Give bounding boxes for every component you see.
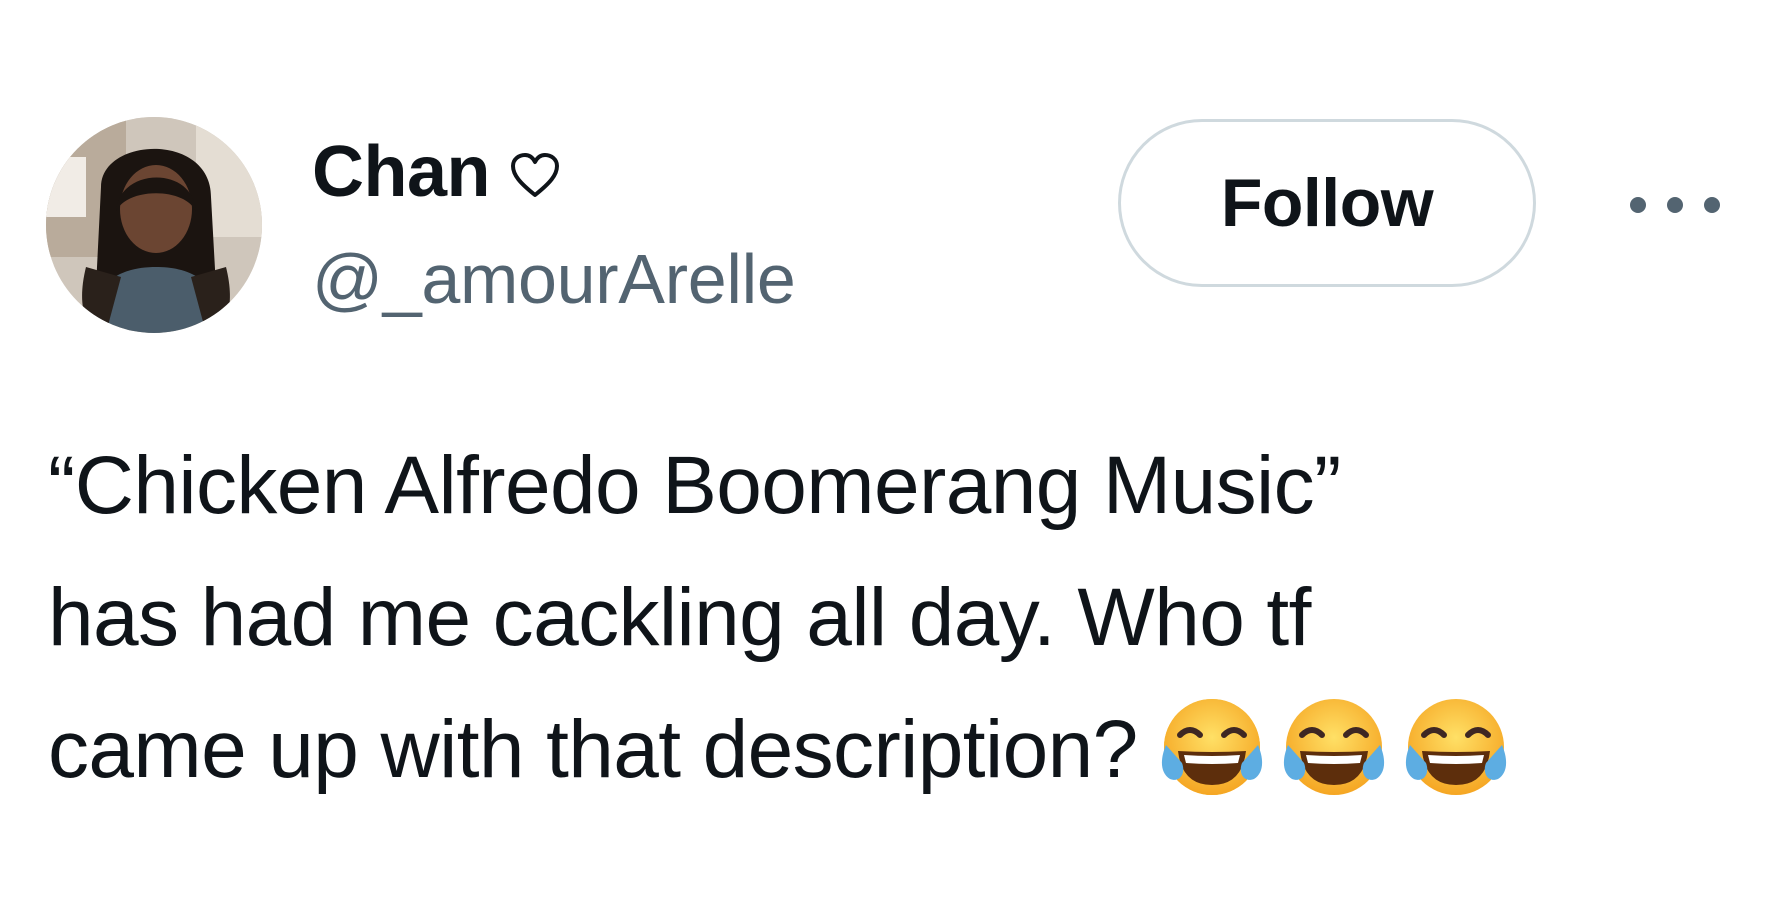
tweet-text-line: came up with that description? <box>48 704 1138 795</box>
face-with-tears-of-joy-icon <box>1156 693 1268 805</box>
tweet-text-line: “Chicken Alfredo Boomerang Music” <box>48 440 1341 531</box>
tweet-card: Chan @_amourArelle Follow “Chicken Alfre… <box>0 0 1776 898</box>
heart-outline-icon <box>510 153 560 199</box>
author-handle[interactable]: @_amourArelle <box>312 236 796 322</box>
tweet-text-line-last: came up with that description? <box>48 684 1728 816</box>
tweet-text: “Chicken Alfredo Boomerang Music” has ha… <box>48 420 1728 816</box>
follow-button[interactable]: Follow <box>1118 119 1536 287</box>
more-dot <box>1667 197 1683 213</box>
author-display-name[interactable]: Chan <box>312 128 491 216</box>
more-options-button[interactable] <box>1630 180 1720 230</box>
avatar[interactable] <box>46 117 262 333</box>
more-dot <box>1704 197 1720 213</box>
face-with-tears-of-joy-icon <box>1400 693 1512 805</box>
tweet-text-line: has had me cackling all day. Who tf <box>48 572 1311 663</box>
author-name-row: Chan <box>312 128 560 216</box>
more-horizontal-icon <box>1630 197 1646 213</box>
emoji-group <box>1156 693 1522 805</box>
face-with-tears-of-joy-icon <box>1278 693 1390 805</box>
profile-photo-icon <box>46 117 262 333</box>
